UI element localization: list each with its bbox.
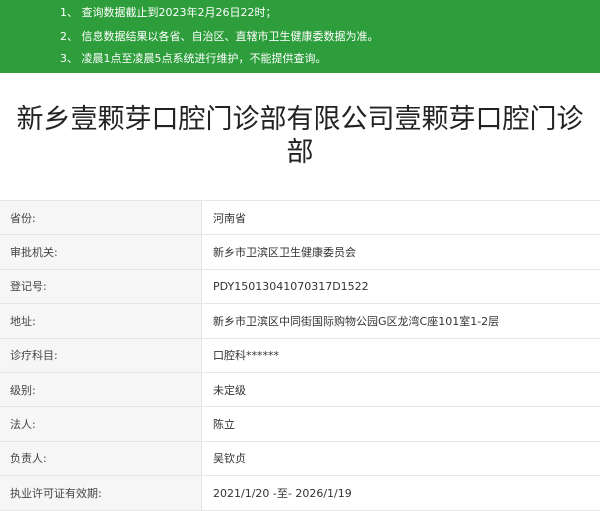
row-label: 法人: <box>0 407 202 441</box>
row-value: 2021/1/20 -至- 2026/1/19 <box>213 486 352 500</box>
row-province: 省份: 河南省 <box>0 201 600 236</box>
row-level: 级别: 未定级 <box>0 372 600 408</box>
row-label: 执业许可证有效期: <box>0 476 202 510</box>
row-registration-number: 登记号: PDY15013041070317D1522 <box>0 269 600 305</box>
info-table: 省份: 河南省 审批机关: 新乡市卫滨区卫生健康委员会 登记号: PDY1501… <box>0 200 600 511</box>
notice-line-3: 3、 凌晨1点至凌晨5点系统进行维护，不能提供查询。 <box>60 52 327 65</box>
row-value: 陈立 <box>213 418 235 432</box>
row-value: 口腔科****** <box>213 349 279 363</box>
row-label: 地址: <box>0 304 202 338</box>
row-address: 地址: 新乡市卫滨区中同街国际购物公园G区龙湾C座101室1-2层 <box>0 304 600 339</box>
row-label: 省份: <box>0 201 202 235</box>
notice-line-1: 1、 查询数据截止到2023年2月26日22时； <box>60 6 277 19</box>
row-approval-authority: 审批机关: 新乡市卫滨区卫生健康委员会 <box>0 235 600 270</box>
notice-line-2: 2、 信息数据结果以各省、自治区、直辖市卫生健康委数据为准。 <box>60 30 379 43</box>
notice-banner: 1、 查询数据截止到2023年2月26日22时； 2、 信息数据结果以各省、自治… <box>0 0 600 73</box>
row-value: 新乡市卫滨区卫生健康委员会 <box>213 246 356 260</box>
row-person-in-charge: 负责人: 吴钦贞 <box>0 441 600 477</box>
row-label: 负责人: <box>0 441 202 476</box>
row-value: 未定级 <box>213 383 246 397</box>
row-label: 级别: <box>0 372 202 407</box>
row-license-validity: 执业许可证有效期: 2021/1/20 -至- 2026/1/19 <box>0 476 600 511</box>
row-value: 河南省 <box>213 211 246 225</box>
row-departments: 诊疗科目: 口腔科****** <box>0 338 600 373</box>
row-legal-person: 法人: 陈立 <box>0 407 600 442</box>
row-label: 诊疗科目: <box>0 338 202 372</box>
title-section: 新乡壹颗芽口腔门诊部有限公司壹颗芽口腔门诊部 <box>0 73 600 176</box>
row-value: 新乡市卫滨区中同街国际购物公园G区龙湾C座101室1-2层 <box>213 314 500 328</box>
row-label: 登记号: <box>0 269 202 304</box>
row-value: 吴钦贞 <box>213 452 246 466</box>
row-label: 审批机关: <box>0 235 202 269</box>
row-value: PDY15013041070317D1522 <box>213 279 369 293</box>
clinic-name: 新乡壹颗芽口腔门诊部有限公司壹颗芽口腔门诊部 <box>16 104 584 168</box>
